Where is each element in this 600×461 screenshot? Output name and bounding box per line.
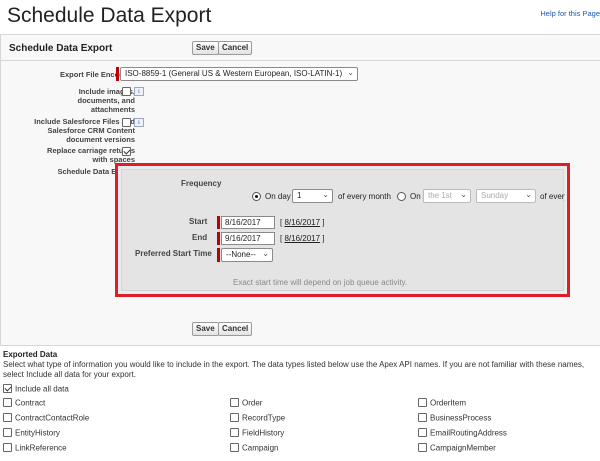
panel-title: Schedule Data Export <box>9 43 113 54</box>
include-all-item[interactable]: Include all data <box>3 384 69 394</box>
include-all-checkbox[interactable] <box>3 384 12 394</box>
start-date-input[interactable]: 8/16/2017 <box>221 216 275 229</box>
data-type-checkbox[interactable] <box>230 413 239 423</box>
data-type-label: LinkReference <box>15 443 67 453</box>
day-value: 1 <box>297 191 302 200</box>
start-time-note: Exact start time will depend on job queu… <box>233 278 408 287</box>
chevron-down-icon: ⌄ <box>525 190 532 199</box>
nth-select[interactable]: the 1st ⌄ <box>423 189 471 203</box>
on-label: On <box>410 192 421 201</box>
cancel-button-bottom[interactable]: Cancel <box>218 322 253 336</box>
data-type-checkbox[interactable] <box>418 398 427 408</box>
end-date-input[interactable]: 9/16/2017 <box>221 232 275 245</box>
frequency-label: Frequency <box>181 179 222 188</box>
include-files-label: Include Salesforce Files and Salesforce … <box>34 117 135 144</box>
end-today-link[interactable]: 8/16/2017 <box>284 234 320 243</box>
required-indicator <box>116 67 119 81</box>
data-type-checkbox[interactable] <box>3 413 12 423</box>
cancel-button-top[interactable]: Cancel <box>218 41 253 55</box>
on-day-radio[interactable] <box>252 192 261 201</box>
data-type-item[interactable]: OrderItem <box>418 398 467 408</box>
exported-data-title: Exported Data <box>3 350 58 359</box>
page-title: Schedule Data Export <box>7 4 212 27</box>
data-type-checkbox[interactable] <box>3 428 12 438</box>
pref-time-select[interactable]: --None-- ⌄ <box>221 248 273 262</box>
info-icon[interactable]: i <box>134 118 144 127</box>
of-every-month-label-1: of every month <box>338 192 391 201</box>
data-type-label: ContractContactRole <box>15 413 90 423</box>
replace-cr-checkbox[interactable] <box>122 147 131 156</box>
data-type-checkbox[interactable] <box>418 443 427 453</box>
exported-data-description: Select what type of information you woul… <box>3 360 585 379</box>
data-type-label: OrderItem <box>430 398 467 408</box>
required-indicator <box>217 232 220 245</box>
data-type-label: CampaignMember <box>430 443 496 453</box>
end-label: End <box>192 233 208 242</box>
of-every-month-label-2: of every month <box>540 192 565 201</box>
data-type-checkbox[interactable] <box>418 413 427 423</box>
data-type-label: Order <box>242 398 263 408</box>
info-icon[interactable]: i <box>134 87 144 96</box>
include-files-checkbox[interactable] <box>122 118 131 127</box>
chevron-down-icon: ⌄ <box>460 190 467 199</box>
on-day-label: On day <box>265 192 291 201</box>
start-date-link[interactable]: [ 8/16/2017 ] <box>280 218 325 227</box>
data-type-item[interactable]: RecordType <box>230 413 286 423</box>
start-label: Start <box>189 217 208 226</box>
data-type-label: Contract <box>15 398 46 408</box>
data-type-checkbox[interactable] <box>230 443 239 453</box>
data-type-item[interactable]: ContractContactRole <box>3 413 90 423</box>
required-indicator <box>217 248 220 262</box>
pref-time-value: --None-- <box>226 250 256 259</box>
data-type-label: EntityHistory <box>15 428 60 438</box>
data-type-item[interactable]: EntityHistory <box>3 428 60 438</box>
data-type-item[interactable]: Order <box>230 398 263 408</box>
data-type-checkbox[interactable] <box>418 428 427 438</box>
schedule-highlight-box: Frequency On day 1 ⌄ of every month On t… <box>115 163 570 297</box>
on-nth-radio[interactable] <box>397 192 406 201</box>
data-type-checkbox[interactable] <box>3 443 12 453</box>
data-type-checkbox[interactable] <box>3 398 12 408</box>
encoding-select[interactable]: ISO-8859-1 (General US & Western Europea… <box>120 67 358 81</box>
data-type-item[interactable]: Contract <box>3 398 46 408</box>
chevron-down-icon: ⌄ <box>347 68 354 77</box>
data-type-label: EmailRoutingAddress <box>430 428 507 438</box>
data-type-label: FieldHistory <box>242 428 285 438</box>
include-images-checkbox[interactable] <box>122 87 131 96</box>
nth-value: the 1st <box>428 191 453 200</box>
chevron-down-icon: ⌄ <box>262 249 269 258</box>
data-type-label: RecordType <box>242 413 286 423</box>
weekday-value: Sunday <box>481 191 509 200</box>
chevron-down-icon: ⌄ <box>322 190 329 199</box>
data-type-label: Campaign <box>242 443 279 453</box>
data-type-item[interactable]: BusinessProcess <box>418 413 492 423</box>
data-type-item[interactable]: LinkReference <box>3 443 67 453</box>
save-button-top[interactable]: Save <box>192 41 219 55</box>
schedule-section: Frequency On day 1 ⌄ of every month On t… <box>121 169 565 291</box>
data-type-checkbox[interactable] <box>230 428 239 438</box>
data-type-checkbox[interactable] <box>230 398 239 408</box>
include-all-label: Include all data <box>15 384 69 394</box>
start-today-link[interactable]: 8/16/2017 <box>284 218 320 227</box>
data-type-item[interactable]: Campaign <box>230 443 279 453</box>
day-select[interactable]: 1 ⌄ <box>292 189 333 203</box>
data-type-item[interactable]: FieldHistory <box>230 428 285 438</box>
weekday-select[interactable]: Sunday ⌄ <box>476 189 536 203</box>
data-type-label: BusinessProcess <box>430 413 492 423</box>
save-button-bottom[interactable]: Save <box>192 322 219 336</box>
data-type-item[interactable]: EmailRoutingAddress <box>418 428 507 438</box>
encoding-value: ISO-8859-1 (General US & Western Europea… <box>125 69 343 78</box>
help-link[interactable]: Help for this Page <box>540 9 600 18</box>
data-type-item[interactable]: CampaignMember <box>418 443 496 453</box>
pref-time-label: Preferred Start Time <box>135 249 212 258</box>
panel-header: Schedule Data Export Save Cancel <box>1 35 600 61</box>
end-date-link[interactable]: [ 8/16/2017 ] <box>280 234 325 243</box>
required-indicator <box>217 216 220 229</box>
